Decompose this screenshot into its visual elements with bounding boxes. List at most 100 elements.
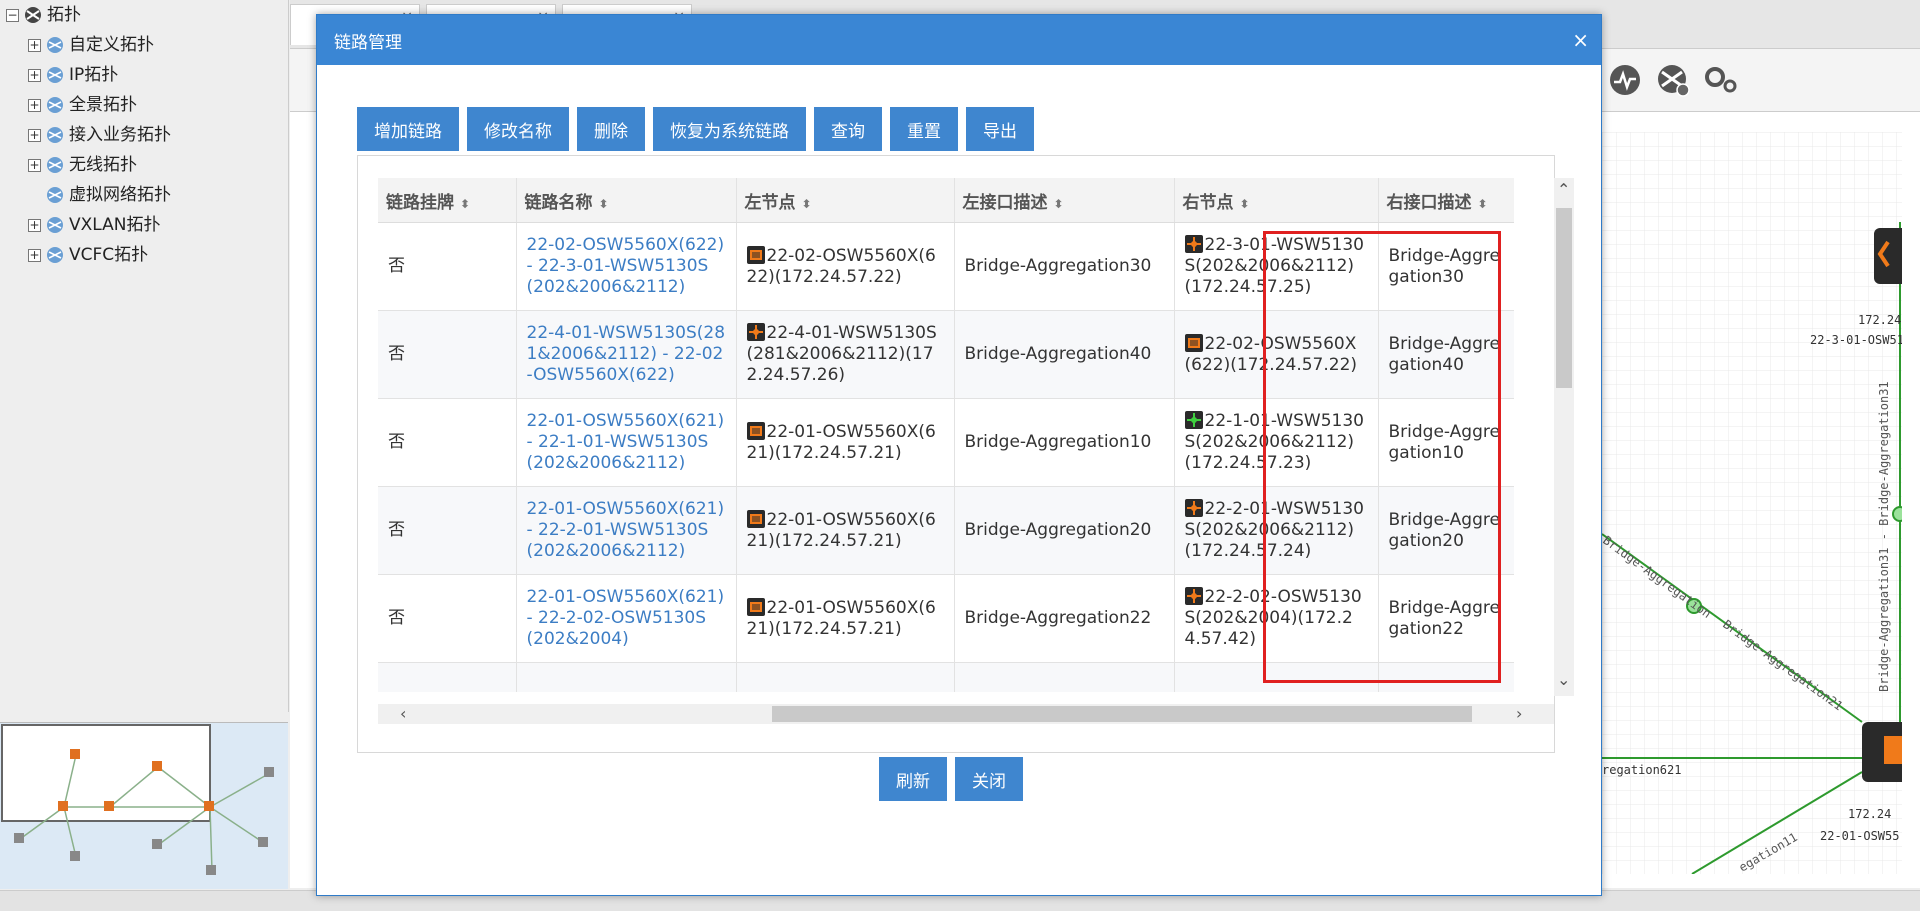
- scroll-up-icon[interactable]: ⌃: [1557, 180, 1570, 199]
- table-row[interactable]: 否 22-4-01-WSW5130S(281&2006&2112) - 22-02…: [378, 310, 1514, 399]
- expand-toggle-icon[interactable]: +: [28, 68, 41, 82]
- column-header[interactable]: 左接口描述 ⬍: [954, 178, 1175, 223]
- tree-item[interactable]: + 无线拓扑: [28, 152, 137, 178]
- expand-toggle-icon[interactable]: +: [28, 128, 41, 142]
- vertical-scrollbar[interactable]: ⌃ ⌄: [1554, 178, 1574, 696]
- right-interface-cell: Bridge-Aggregation30: [1378, 222, 1514, 311]
- link-name-link[interactable]: 22-01-OSW5560X(621) - 22-2-02-OSW5130S (…: [527, 587, 725, 649]
- tree-root-label: 拓扑: [47, 5, 81, 25]
- left-interface-cell: [954, 662, 1175, 692]
- right-node-cell: 22-3-01-WSW5130S(202&2006&2112)(172.24.5…: [1174, 222, 1379, 311]
- horizontal-scrollbar[interactable]: ‹ ›: [378, 704, 1554, 724]
- link-name-cell[interactable]: 22-01-OSW5560X(621) - 22-1-01-WSW5130S (…: [516, 398, 737, 487]
- sort-icon[interactable]: ⬍: [802, 197, 812, 211]
- topology-canvas[interactable]: 172.24 22-3-01-OSW51 Bridge-Aggregation3…: [1600, 132, 1914, 875]
- tree-item[interactable]: + 全景拓扑: [28, 92, 137, 118]
- link-name-cell[interactable]: 22-01-OSW5560X(621) - 22-2-02-OSW5130S (…: [516, 574, 737, 663]
- tree-item[interactable]: 虚拟网络拓扑: [45, 182, 171, 208]
- column-header-label: 链路挂牌: [386, 192, 454, 213]
- link-grid-container: 链路挂牌 ⬍ 链路名称 ⬍ 左节点 ⬍ 左接口描述 ⬍ 右节点 ⬍ 右接口描述 ⬍ 否 22-02-OS…: [357, 155, 1574, 753]
- link-name-cell[interactable]: 22-3-01-OSW5130S(20: [516, 662, 737, 692]
- tree-item[interactable]: + 自定义拓扑: [28, 32, 154, 58]
- link-name-link[interactable]: 22-4-01-WSW5130S(281&2006&2112) - 22-02-…: [527, 323, 726, 385]
- column-header[interactable]: 右节点 ⬍: [1174, 178, 1379, 223]
- tree-item[interactable]: + 接入业务拓扑: [28, 122, 171, 148]
- sort-icon[interactable]: ⬍: [1240, 197, 1250, 211]
- scroll-down-icon[interactable]: ⌄: [1557, 670, 1570, 689]
- tree-root[interactable]: − 拓扑: [6, 2, 81, 28]
- expand-toggle-icon[interactable]: +: [28, 218, 41, 232]
- tree-item[interactable]: + VXLAN拓扑: [28, 212, 160, 238]
- rename-button[interactable]: 修改名称: [467, 107, 569, 151]
- link-tag-cell: 否: [378, 398, 517, 487]
- column-header[interactable]: 左节点 ⬍: [736, 178, 955, 223]
- left-interface-cell: Bridge-Aggregation20: [954, 486, 1175, 575]
- link-tag-cell: 否: [378, 486, 517, 575]
- scroll-right-icon[interactable]: ›: [1516, 704, 1522, 723]
- query-button[interactable]: 查询: [814, 107, 882, 151]
- expand-toggle-icon[interactable]: +: [28, 158, 41, 172]
- link-tag-cell: [378, 662, 517, 692]
- right-interface-cell: Bridge-Aggregation20: [1378, 486, 1514, 575]
- right-node-cell: 22-02-OSW5560X(622)(172.24.57.22): [1174, 310, 1379, 399]
- link-name-cell[interactable]: 22-02-OSW5560X(622) - 22-3-01-WSW5130S (…: [516, 222, 737, 311]
- globe-settings-icon[interactable]: [1656, 63, 1690, 97]
- left-node-text: 22-01-OSW5560X(621)(172.24.57.21): [746, 509, 936, 551]
- right-node-cell: 22-01-OSW5560X: [1174, 662, 1379, 692]
- left-interface-cell: Bridge-Aggregation40: [954, 310, 1175, 399]
- link-tag-cell: 否: [378, 310, 517, 399]
- dialog-header[interactable]: 链路管理 ×: [317, 15, 1601, 65]
- router-icon: [1184, 235, 1203, 253]
- gear-icon[interactable]: [1704, 65, 1738, 95]
- table-row[interactable]: 否 22-01-OSW5560X(621) - 22-2-02-OSW5130S …: [378, 574, 1514, 663]
- performance-icon[interactable]: [1608, 63, 1642, 97]
- topology-device-icon[interactable]: [1874, 228, 1914, 284]
- tree-item-label: IP拓扑: [69, 65, 119, 85]
- left-node-text: 22-01-OSW5560X(621)(172.24.57.21): [746, 597, 936, 639]
- tree-item[interactable]: + IP拓扑: [28, 62, 118, 88]
- table-row[interactable]: 否 22-02-OSW5560X(622) - 22-3-01-WSW5130S …: [378, 222, 1514, 311]
- topology-folder-icon: [47, 217, 63, 233]
- link-name-cell[interactable]: 22-4-01-WSW5130S(281&2006&2112) - 22-02-…: [516, 310, 737, 399]
- expand-toggle-icon[interactable]: +: [28, 248, 41, 262]
- column-header[interactable]: 链路名称 ⬍: [516, 178, 737, 223]
- collapse-toggle-icon[interactable]: −: [6, 8, 19, 22]
- column-header[interactable]: 右接口描述 ⬍: [1378, 178, 1514, 223]
- restore-system-link-button[interactable]: 恢复为系统链路: [653, 107, 806, 151]
- export-button[interactable]: 导出: [966, 107, 1034, 151]
- reset-button[interactable]: 重置: [890, 107, 958, 151]
- refresh-button[interactable]: 刷新: [879, 757, 947, 801]
- topology-minimap[interactable]: [0, 722, 288, 889]
- table-row[interactable]: 否 22-01-OSW5560X(621) - 22-2-01-WSW5130S …: [378, 486, 1514, 575]
- delete-button[interactable]: 删除: [577, 107, 645, 151]
- switch-icon: [746, 245, 765, 264]
- close-icon[interactable]: ×: [1572, 28, 1589, 52]
- vertical-scroll-thumb[interactable]: [1556, 208, 1572, 388]
- left-node-cell: 22-01-OSW5560X(621)(172.24.57.21): [736, 486, 955, 575]
- dialog-title: 链路管理: [334, 32, 402, 53]
- sort-icon[interactable]: ⬍: [460, 197, 470, 211]
- topology-folder-icon: [47, 157, 63, 173]
- scroll-left-icon[interactable]: ‹: [400, 704, 406, 723]
- link-name-link[interactable]: 22-01-OSW5560X(621) - 22-2-01-WSW5130S (…: [527, 499, 725, 561]
- link-name-link[interactable]: 22-02-OSW5560X(622) - 22-3-01-WSW5130S (…: [527, 235, 725, 297]
- close-button[interactable]: 关闭: [955, 757, 1023, 801]
- sort-icon[interactable]: ⬍: [599, 197, 609, 211]
- tree-item-label: 接入业务拓扑: [69, 125, 171, 145]
- sort-icon[interactable]: ⬍: [1054, 197, 1064, 211]
- tree-item[interactable]: + VCFC拓扑: [28, 242, 148, 268]
- add-link-button[interactable]: 增加链路: [357, 107, 459, 151]
- link-midpoint[interactable]: [1892, 506, 1908, 522]
- column-header[interactable]: 链路挂牌 ⬍: [378, 178, 517, 223]
- expand-toggle-icon[interactable]: +: [28, 38, 41, 52]
- table-row[interactable]: 否 22-01-OSW5560X(621) - 22-1-01-WSW5130S …: [378, 398, 1514, 487]
- horizontal-scroll-thumb[interactable]: [772, 706, 1472, 722]
- table-row[interactable]: 22-3-01-OSW5130S(2022-3-01-OSW5130S 22-01…: [378, 662, 1514, 692]
- link-name-cell[interactable]: 22-01-OSW5560X(621) - 22-2-01-WSW5130S (…: [516, 486, 737, 575]
- topology-node-label: 22-3-01-OSW51: [1810, 333, 1902, 347]
- router-icon: [746, 323, 765, 341]
- left-node-cell: 22-3-01-OSW5130S: [736, 662, 955, 692]
- expand-toggle-icon[interactable]: +: [28, 98, 41, 112]
- link-name-link[interactable]: 22-01-OSW5560X(621) - 22-1-01-WSW5130S (…: [527, 411, 725, 473]
- sort-icon[interactable]: ⬍: [1478, 197, 1488, 211]
